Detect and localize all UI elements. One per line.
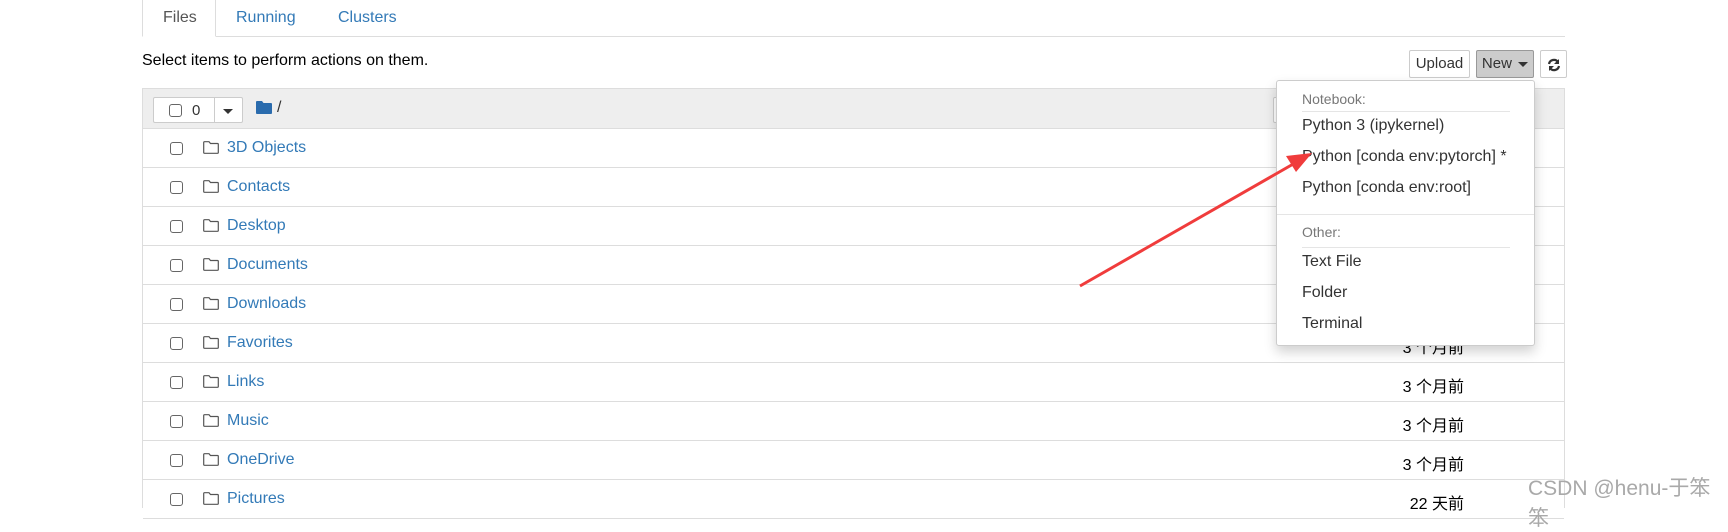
item-link[interactable]: Contacts [227,178,290,196]
item-link[interactable]: Music [227,412,269,430]
row-checkbox[interactable] [170,220,183,233]
last-modified: 3 个月前 [1402,379,1464,396]
row-checkbox[interactable] [170,181,183,194]
watermark: CSDN @henu-于笨笨 [1528,477,1711,530]
folder-icon [203,375,219,388]
selected-count: 0 [192,102,201,119]
other-header: Other: [1302,224,1341,240]
selection-hint: Select items to perform actions on them. [142,52,429,69]
upload-button[interactable]: Upload [1409,50,1470,78]
last-modified: 3 个月前 [1402,457,1464,474]
folder-icon [203,219,219,232]
refresh-icon [1547,58,1560,72]
tab-clusters[interactable]: Clusters [318,0,417,36]
row-checkbox[interactable] [170,298,183,311]
folder-icon [203,414,219,427]
menu-item-terminal[interactable]: Terminal [1302,315,1362,333]
item-link[interactable]: Favorites [227,334,293,352]
folder-icon [256,101,272,114]
last-modified: 3 个月前 [1402,418,1464,435]
folder-icon [203,141,219,154]
row-checkbox[interactable] [170,493,183,506]
menu-item-conda-pytorch[interactable]: Python [conda env:pytorch] * [1302,148,1507,166]
list-item[interactable]: Pictures 22 天前 [143,480,1564,519]
folder-icon [203,492,219,505]
row-checkbox[interactable] [170,337,183,350]
folder-icon [203,258,219,271]
list-item[interactable]: Links 3 个月前 [143,363,1564,402]
divider [214,98,215,122]
folder-icon [203,336,219,349]
tab-files[interactable]: Files [142,0,216,37]
select-all-group[interactable]: 0 [153,97,243,123]
item-link[interactable]: Desktop [227,217,286,235]
divider [1277,214,1534,215]
menu-item-conda-root[interactable]: Python [conda env:root] [1302,179,1471,197]
caret-down-icon [1518,61,1529,67]
refresh-button[interactable] [1540,50,1567,78]
new-label: New [1481,55,1512,72]
select-all-checkbox[interactable] [169,104,182,117]
breadcrumb-root[interactable]: / [277,99,281,117]
row-checkbox[interactable] [170,376,183,389]
menu-item-folder[interactable]: Folder [1302,284,1347,302]
item-link[interactable]: Documents [227,256,308,274]
folder-icon [203,297,219,310]
list-item[interactable]: OneDrive 3 个月前 [143,441,1564,480]
item-link[interactable]: OneDrive [227,451,295,469]
item-link[interactable]: Pictures [227,490,285,508]
tab-running[interactable]: Running [216,0,316,36]
caret-down-icon[interactable] [223,109,233,114]
divider [1302,247,1510,248]
folder-icon [203,180,219,193]
row-checkbox[interactable] [170,454,183,467]
row-checkbox[interactable] [170,415,183,428]
new-dropdown-menu: Notebook: Python 3 (ipykernel) Python [c… [1276,80,1535,346]
folder-icon [203,453,219,466]
tab-bar: Files Running Clusters [142,0,1565,37]
item-link[interactable]: Downloads [227,295,306,313]
last-modified: 22 天前 [1409,496,1464,513]
item-link[interactable]: Links [227,373,264,391]
item-link[interactable]: 3D Objects [227,139,306,157]
list-item[interactable]: Music 3 个月前 [143,402,1564,441]
row-checkbox[interactable] [170,142,183,155]
menu-item-python3[interactable]: Python 3 (ipykernel) [1302,117,1444,135]
new-button[interactable]: New [1476,50,1534,78]
row-checkbox[interactable] [170,259,183,272]
menu-item-text-file[interactable]: Text File [1302,253,1362,271]
divider [1302,111,1510,112]
notebook-header: Notebook: [1302,91,1366,107]
